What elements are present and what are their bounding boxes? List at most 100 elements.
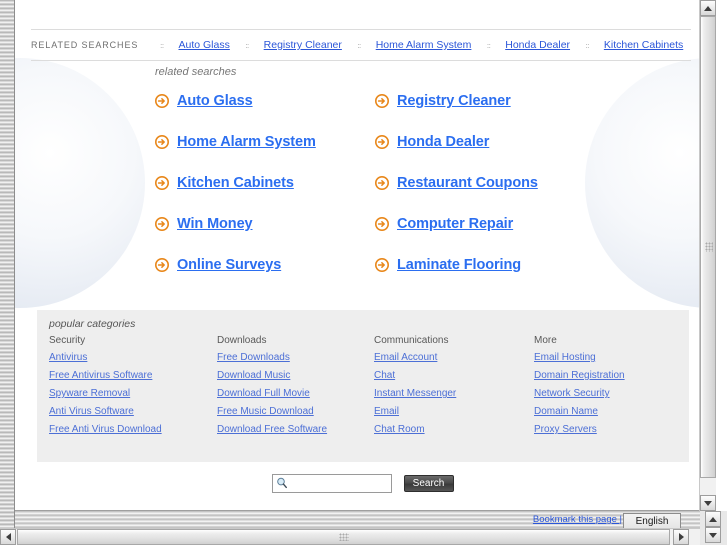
triangle-up-icon (704, 5, 712, 11)
search-input[interactable] (289, 477, 390, 490)
related-search-link-2[interactable]: Home Alarm System (177, 134, 316, 150)
browser-viewport: RELATED SEARCHES :: Auto Glass :: Regist… (0, 0, 727, 545)
topbar-link-2[interactable]: Home Alarm System (376, 39, 472, 51)
category-heading: Communications (374, 335, 449, 346)
search-box[interactable] (271, 474, 392, 493)
category-heading: Downloads (217, 335, 267, 346)
separator-icon: :: (486, 40, 492, 50)
related-search-item[interactable]: Online Surveys (155, 257, 375, 273)
related-search-item[interactable]: Restaurant Coupons (375, 175, 585, 191)
related-search-item[interactable]: Computer Repair (375, 216, 585, 232)
topbar-link-4[interactable]: Kitchen Cabinets (604, 39, 683, 51)
related-searches-topbar: RELATED SEARCHES :: Auto Glass :: Regist… (31, 29, 691, 61)
category-link[interactable]: Free Music Download (217, 406, 374, 417)
status-strip: Bookmark this page | English (0, 511, 710, 531)
circle-arrow-right-icon (155, 94, 169, 108)
category-link[interactable]: Domain Registration (534, 370, 694, 381)
category-link[interactable]: Chat (374, 370, 534, 381)
category-link[interactable]: Antivirus (49, 352, 217, 363)
related-search-item[interactable]: Honda Dealer (375, 134, 585, 150)
outer-scroll-down-button[interactable] (705, 527, 721, 543)
page-vertical-scrollbar[interactable] (699, 0, 716, 511)
circle-arrow-right-icon (375, 258, 389, 272)
category-link[interactable]: Email (374, 406, 534, 417)
scroll-grip-icon (705, 242, 713, 252)
related-search-item[interactable]: Registry Cleaner (375, 93, 585, 109)
category-link[interactable]: Instant Messenger (374, 388, 534, 399)
vertical-scroll-thumb[interactable] (700, 16, 716, 478)
outer-window-right-margin (716, 0, 727, 511)
magnifier-icon (276, 477, 287, 489)
category-column-more: More Email Hosting Domain Registration N… (534, 335, 694, 442)
separator-icon: :: (585, 40, 590, 50)
category-link[interactable]: Download Free Software (217, 424, 374, 435)
related-search-item[interactable]: Win Money (155, 216, 375, 232)
category-link[interactable]: Free Anti Virus Download (49, 424, 217, 435)
related-search-link-6[interactable]: Win Money (177, 216, 253, 232)
category-link[interactable]: Email Account (374, 352, 534, 363)
bookmark-this-page-link[interactable]: Bookmark this page | (533, 514, 622, 525)
circle-arrow-right-icon (375, 217, 389, 231)
circle-arrow-right-icon (375, 94, 389, 108)
triangle-left-icon (5, 533, 11, 541)
scroll-left-button[interactable] (0, 529, 16, 545)
horizontal-scroll-thumb[interactable] (17, 529, 670, 545)
related-searches-section: related searches Auto Glass Registry Cle… (155, 66, 585, 273)
category-link[interactable]: Free Downloads (217, 352, 374, 363)
category-link[interactable]: Download Full Movie (217, 388, 374, 399)
triangle-up-icon (709, 516, 717, 522)
scroll-right-button[interactable] (673, 529, 689, 545)
decorative-sphere-right (585, 58, 710, 308)
category-link[interactable]: Domain Name (534, 406, 694, 417)
search-row: Search (15, 474, 710, 493)
separator-icon: :: (357, 40, 362, 50)
outer-scroll-up-button[interactable] (705, 511, 721, 527)
scroll-down-button[interactable] (700, 495, 716, 511)
related-searches-topbar-links: :: Auto Glass :: Registry Cleaner :: Hom… (142, 39, 691, 51)
related-search-link-9[interactable]: Laminate Flooring (397, 257, 521, 273)
popular-categories-grid: Security Antivirus Free Antivirus Softwa… (37, 330, 689, 442)
category-column-downloads: Downloads Free Downloads Download Music … (217, 335, 374, 442)
category-link[interactable]: Spyware Removal (49, 388, 217, 399)
popular-categories-panel: popular categories Security Antivirus Fr… (37, 310, 689, 462)
related-searches-grid: Auto Glass Registry Cleaner Home Alarm S… (155, 93, 585, 273)
left-window-gutter (0, 0, 15, 528)
related-search-link-0[interactable]: Auto Glass (177, 93, 253, 109)
category-link[interactable]: Email Hosting (534, 352, 694, 363)
category-heading: Security (49, 335, 86, 346)
category-column-communications: Communications Email Account Chat Instan… (374, 335, 534, 442)
related-search-link-3[interactable]: Honda Dealer (397, 134, 489, 150)
related-search-item[interactable]: Laminate Flooring (375, 257, 585, 273)
page-horizontal-scrollbar[interactable] (0, 528, 710, 545)
topbar-link-1[interactable]: Registry Cleaner (264, 39, 342, 51)
triangle-right-icon (678, 533, 684, 541)
related-search-link-1[interactable]: Registry Cleaner (397, 93, 511, 109)
related-searches-title: related searches (155, 66, 237, 78)
decorative-sphere-left (15, 58, 145, 308)
separator-icon: :: (159, 40, 165, 50)
related-search-link-8[interactable]: Online Surveys (177, 257, 281, 273)
category-link[interactable]: Chat Room (374, 424, 534, 435)
topbar-link-3[interactable]: Honda Dealer (505, 39, 570, 51)
circle-arrow-right-icon (375, 176, 389, 190)
related-search-link-5[interactable]: Restaurant Coupons (397, 175, 538, 191)
category-link[interactable]: Network Security (534, 388, 694, 399)
category-link[interactable]: Download Music (217, 370, 374, 381)
search-button[interactable]: Search (403, 475, 454, 492)
related-search-link-7[interactable]: Computer Repair (397, 216, 513, 232)
window-corner-controls (700, 511, 727, 545)
popular-categories-title: popular categories (49, 318, 136, 330)
category-link[interactable]: Proxy Servers (534, 424, 694, 435)
related-search-item[interactable]: Auto Glass (155, 93, 375, 109)
related-searches-topbar-label: RELATED SEARCHES (31, 40, 139, 50)
circle-arrow-right-icon (155, 176, 169, 190)
category-column-security: Security Antivirus Free Antivirus Softwa… (49, 335, 217, 442)
circle-arrow-right-icon (375, 135, 389, 149)
topbar-link-0[interactable]: Auto Glass (178, 39, 229, 51)
category-link[interactable]: Free Antivirus Software (49, 370, 217, 381)
related-search-item[interactable]: Home Alarm System (155, 134, 375, 150)
related-search-link-4[interactable]: Kitchen Cabinets (177, 175, 294, 191)
scroll-up-button[interactable] (700, 0, 716, 16)
related-search-item[interactable]: Kitchen Cabinets (155, 175, 375, 191)
category-link[interactable]: Anti Virus Software (49, 406, 217, 417)
